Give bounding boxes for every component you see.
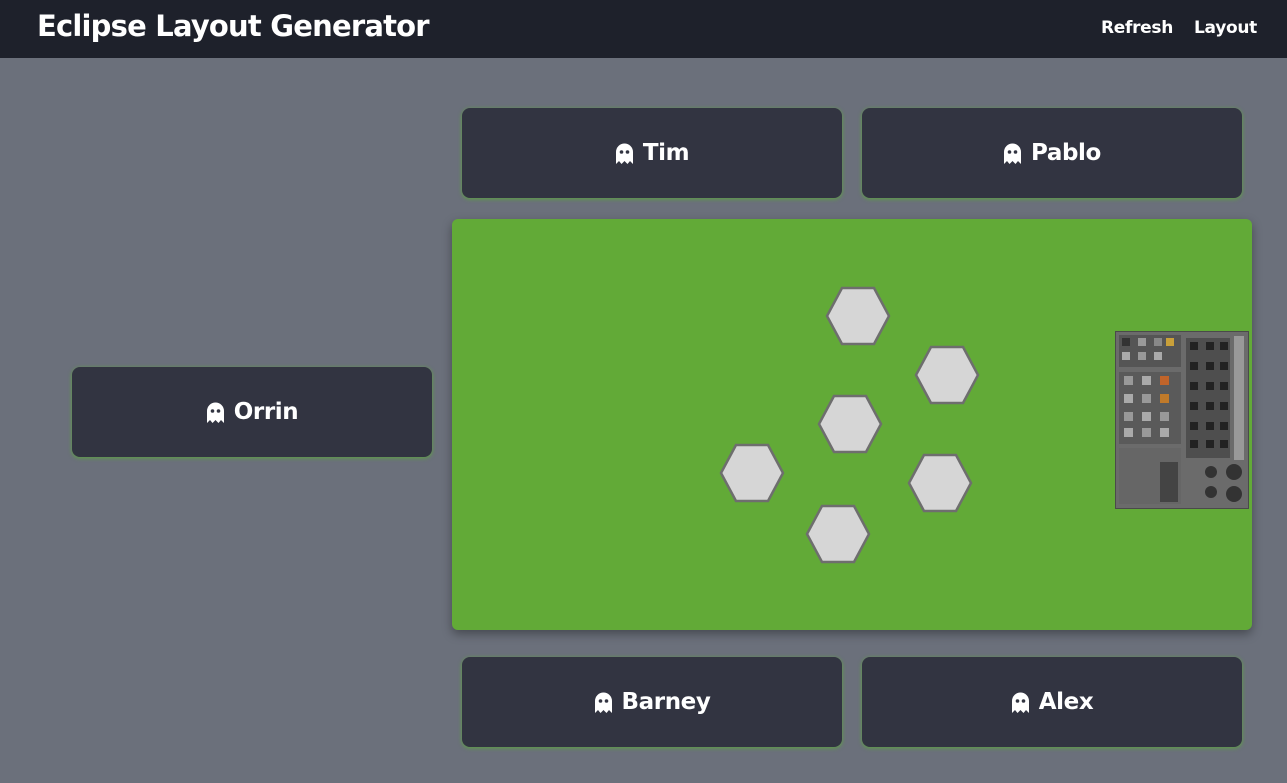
player-name: Tim [642, 140, 690, 166]
refresh-link[interactable]: Refresh [1101, 18, 1173, 38]
top-nav: Refresh Layout [1101, 18, 1257, 38]
player-card-tim[interactable]: Tim [462, 108, 842, 198]
ghost-icon [1011, 691, 1030, 714]
app-title: Eclipse Layout Generator [37, 9, 430, 43]
player-card-alex[interactable]: Alex [862, 657, 1242, 747]
ghost-icon [1003, 142, 1022, 165]
ghost-icon [615, 142, 634, 165]
player-name: Pablo [1031, 140, 1101, 166]
ghost-icon [594, 691, 613, 714]
top-bar: Eclipse Layout Generator Refresh Layout [0, 0, 1287, 58]
player-card-pablo[interactable]: Pablo [862, 108, 1242, 198]
player-name: Barney [621, 689, 711, 715]
hex-tile[interactable] [719, 442, 785, 504]
hex-tile[interactable] [907, 452, 973, 514]
player-name: Alex [1038, 689, 1094, 715]
player-name: Orrin [233, 399, 299, 425]
player-board[interactable] [1115, 331, 1249, 509]
hex-tile[interactable] [805, 503, 871, 565]
game-board [452, 219, 1252, 630]
hex-tile[interactable] [817, 393, 883, 455]
player-card-orrin[interactable]: Orrin [72, 367, 432, 457]
hex-tile[interactable] [914, 344, 980, 406]
ghost-icon [206, 401, 225, 424]
hex-tile[interactable] [825, 285, 891, 347]
layout-link[interactable]: Layout [1194, 18, 1257, 38]
player-card-barney[interactable]: Barney [462, 657, 842, 747]
